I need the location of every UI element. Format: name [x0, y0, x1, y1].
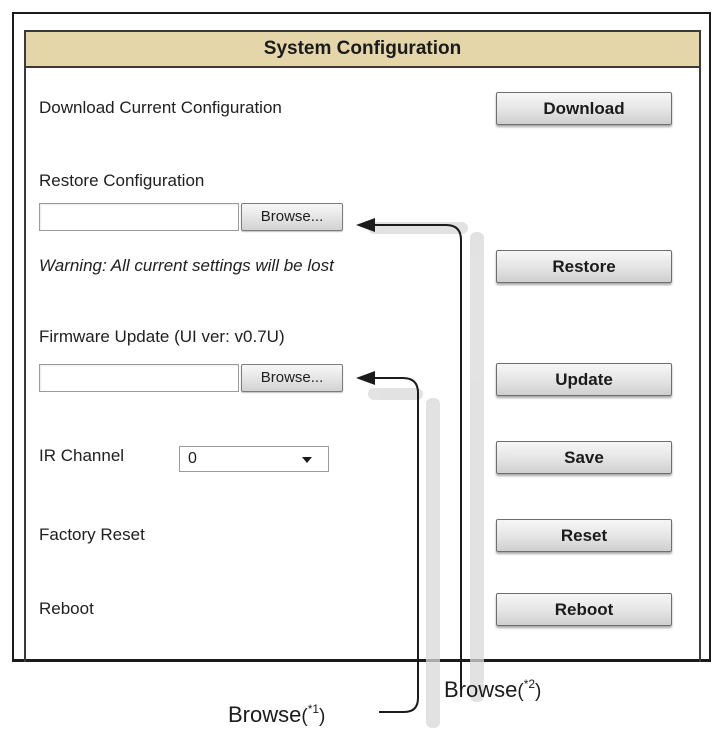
arrow-left-icon	[356, 218, 375, 232]
callout-annotations	[356, 218, 484, 728]
callout-line-browse1	[375, 377, 419, 713]
callout-shadow	[368, 388, 423, 400]
callout-shadow	[470, 232, 484, 702]
callout-browse1-text: Browse	[228, 702, 302, 727]
callout-browse2-note: *2	[523, 677, 536, 691]
arrow-left-icon	[356, 371, 375, 385]
callout-shadows	[368, 222, 484, 728]
callout-browse2-text: Browse	[444, 677, 518, 702]
callout-shadow	[426, 398, 440, 728]
callout-browse1-label: Browse(*1)	[228, 702, 326, 727]
callout-shadow	[368, 222, 468, 234]
callout-browse1-note: *1	[307, 702, 320, 716]
callout-browse2-label: Browse(*2)	[444, 677, 542, 702]
